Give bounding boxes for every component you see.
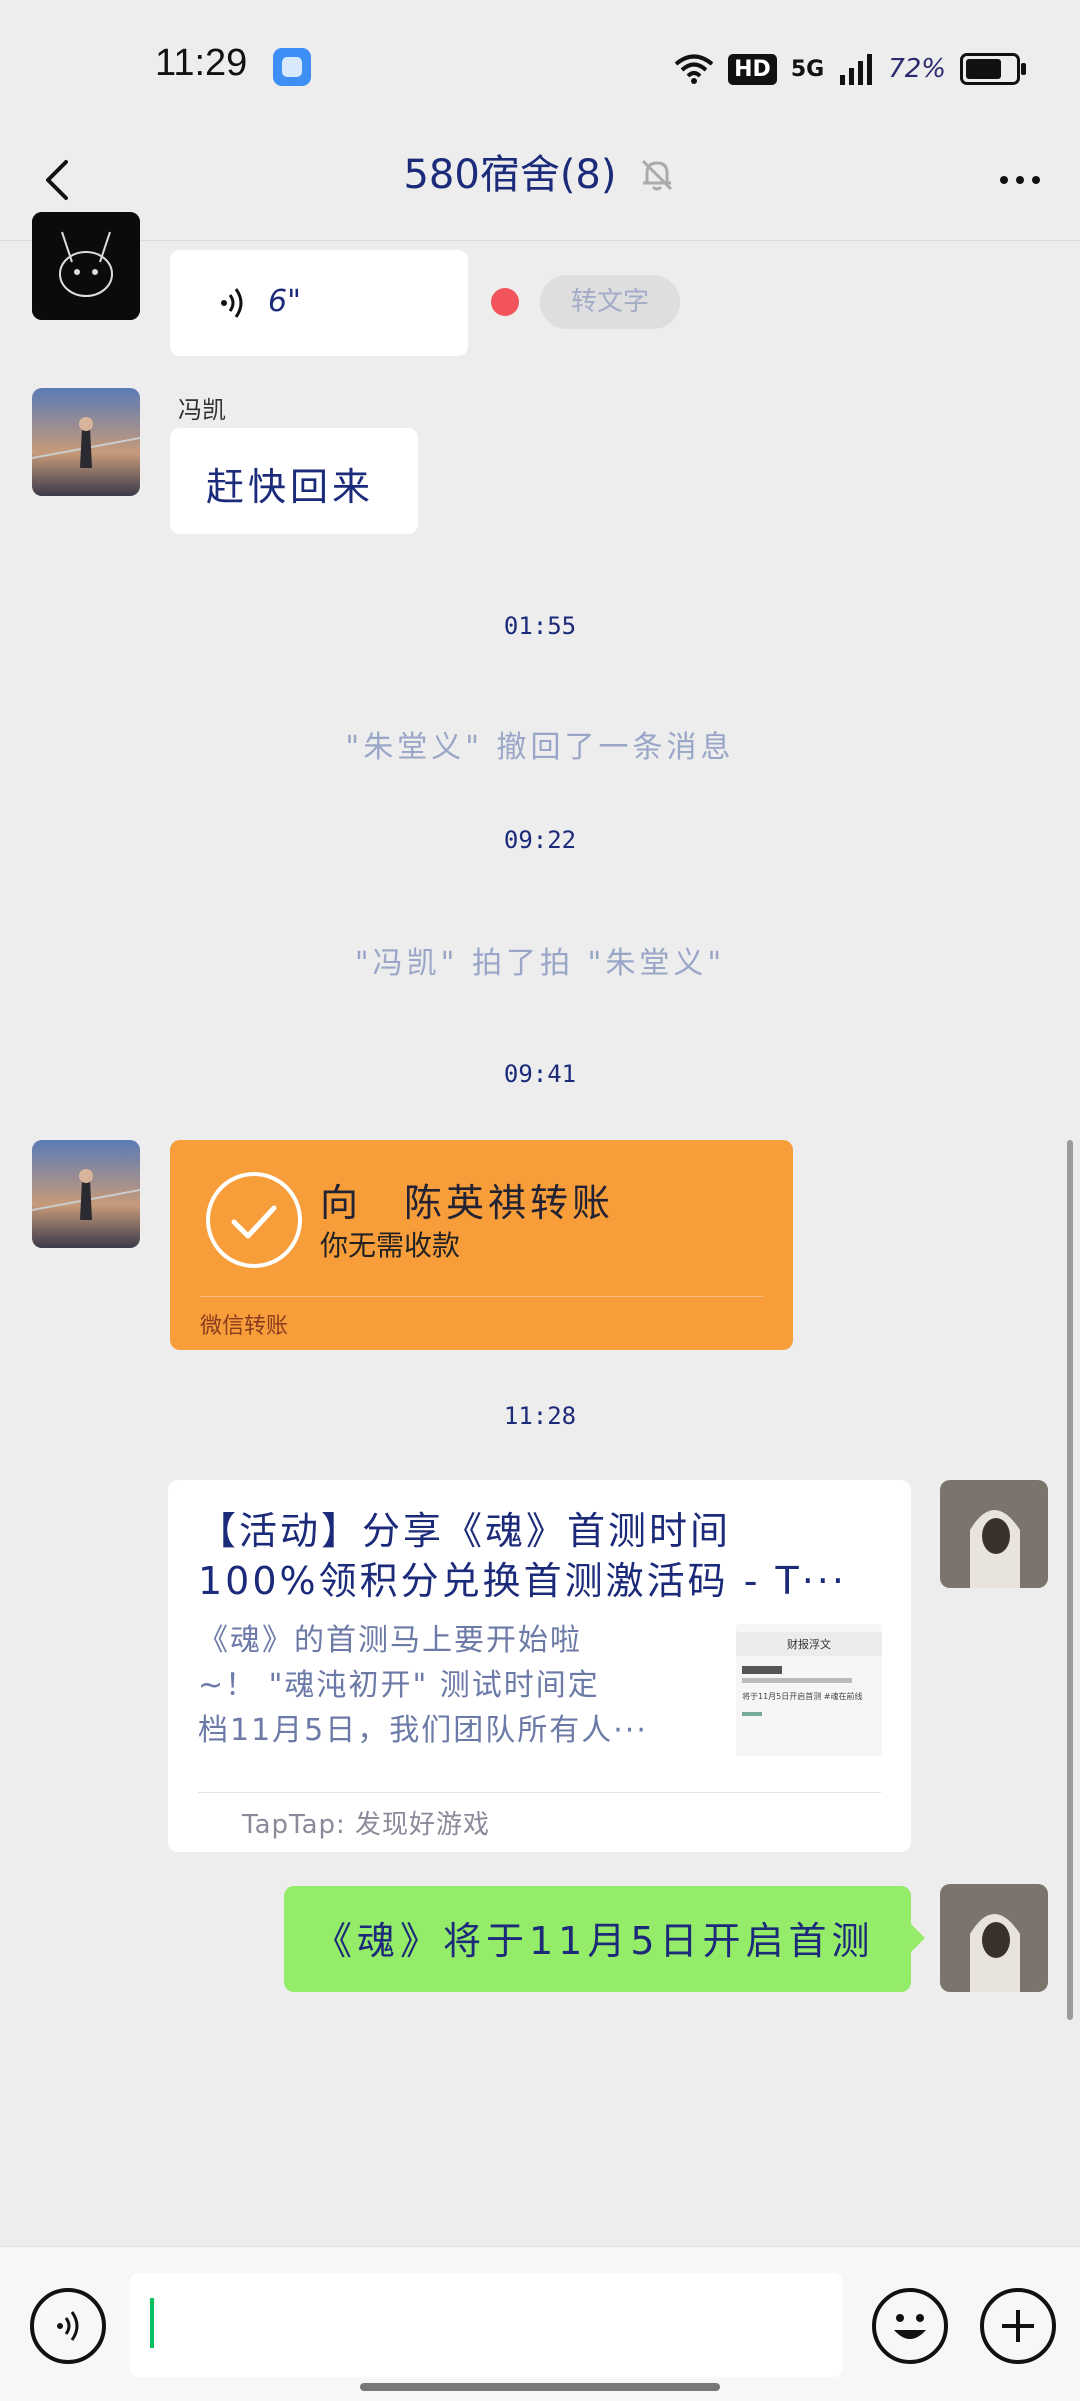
more-dots-icon[interactable] xyxy=(990,150,1050,210)
thumbnail-bar xyxy=(742,1666,782,1674)
avatar[interactable] xyxy=(32,1140,140,1248)
link-card[interactable]: 【活动】分享《魂》首测时间 100%领积分兑换首测激活码 - T··· 《魂》的… xyxy=(168,1480,911,1852)
to-text-button[interactable]: 转文字 xyxy=(540,275,680,329)
wifi-icon xyxy=(674,54,714,84)
thumbnail-line: 将于11月5日开启首测 #魂在前线 xyxy=(742,1692,863,1701)
text-caret xyxy=(150,2298,154,2348)
avatar[interactable] xyxy=(32,388,140,496)
timestamp: 01:55 xyxy=(503,612,577,640)
link-thumbnail: 财报浮文 将于11月5日开启首测 #魂在前线 xyxy=(736,1624,882,1756)
avatar-image xyxy=(940,1480,1048,1588)
avatar[interactable] xyxy=(32,212,140,320)
avatar-image xyxy=(940,1884,1048,1992)
bell-muted-icon xyxy=(641,159,672,191)
transfer-footer: 微信转账 xyxy=(200,1314,289,1339)
battery-percent: 72% xyxy=(888,54,946,84)
system-message: "朱堂义" 撤回了一条消息 xyxy=(345,730,735,765)
avatar-self[interactable] xyxy=(940,1884,1048,1992)
status-icons: HD 5G 72% xyxy=(674,46,1026,92)
message-text: 《魂》将于11月5日开启首测 xyxy=(314,1919,875,1963)
sent-text-message[interactable]: 《魂》将于11月5日开启首测 xyxy=(284,1886,925,1992)
link-title-line: 【活动】分享《魂》首测时间 xyxy=(198,1509,732,1553)
divider xyxy=(198,1792,881,1793)
voice-message[interactable]: 6" xyxy=(170,250,468,356)
transfer-card[interactable]: 向 陈英祺转账 你无需收款 微信转账 xyxy=(170,1140,793,1350)
timestamp: 09:41 xyxy=(503,1060,577,1088)
thumbnail-bar xyxy=(742,1678,852,1683)
signal-icon xyxy=(840,54,873,85)
voice-icon[interactable] xyxy=(30,2288,106,2364)
avatar-self[interactable] xyxy=(940,1480,1048,1588)
scrollbar[interactable] xyxy=(1067,1140,1073,2020)
link-title-line: 100%领积分兑换首测激活码 - T··· xyxy=(198,1559,847,1603)
home-indicator[interactable] xyxy=(360,2383,720,2391)
hd-badge: HD xyxy=(728,53,777,85)
avatar-image xyxy=(32,212,140,320)
link-desc-line: 档11月5日，我们团队所有人··· xyxy=(198,1713,648,1748)
link-description: 《魂》的首测马上要开始啦 ~！ "魂沌初开" 测试时间定 档11月5日，我们团队… xyxy=(198,1618,698,1753)
emoji-icon[interactable] xyxy=(872,2288,948,2364)
link-desc-line: 《魂》的首测马上要开始啦 xyxy=(198,1623,582,1658)
battery-icon xyxy=(960,53,1026,85)
voice-duration: 6" xyxy=(268,284,301,319)
link-desc-line: ~！ "魂沌初开" 测试时间定 xyxy=(198,1668,600,1703)
sender-name: 冯凯 xyxy=(178,396,226,424)
avatar-image xyxy=(32,1140,140,1248)
transfer-title: 向 陈英祺转账 xyxy=(320,1181,615,1225)
transfer-subtitle: 你无需收款 xyxy=(320,1229,461,1262)
timestamp: 09:22 xyxy=(503,826,577,854)
message-input[interactable] xyxy=(130,2273,842,2377)
chat-title[interactable]: 580宿舍(8) xyxy=(403,145,616,205)
system-message: "冯凯" 拍了拍 "朱堂义" xyxy=(354,946,726,981)
link-source: TapTap: 发现好游戏 xyxy=(242,1810,491,1840)
plus-icon[interactable] xyxy=(980,2288,1056,2364)
text-message[interactable]: 赶快回来 xyxy=(170,428,418,534)
thumbnail-title: 财报浮文 xyxy=(736,1632,882,1656)
divider xyxy=(200,1296,763,1297)
check-icon xyxy=(206,1172,302,1268)
timestamp: 11:28 xyxy=(503,1402,577,1430)
link-title: 【活动】分享《魂》首测时间 100%领积分兑换首测激活码 - T··· xyxy=(198,1506,878,1606)
to-text-label: 转文字 xyxy=(570,287,649,317)
status-time: 11:29 xyxy=(155,42,248,84)
unread-dot xyxy=(491,288,519,316)
thumbnail-bar xyxy=(742,1712,762,1716)
chat-title-row: 580宿舍(8) xyxy=(0,145,1080,205)
app-notification-icon xyxy=(273,48,311,86)
message-text: 赶快回来 xyxy=(206,465,375,509)
network-type: 5G xyxy=(790,56,825,82)
voice-wave-icon xyxy=(221,288,243,318)
avatar-image xyxy=(32,388,140,496)
